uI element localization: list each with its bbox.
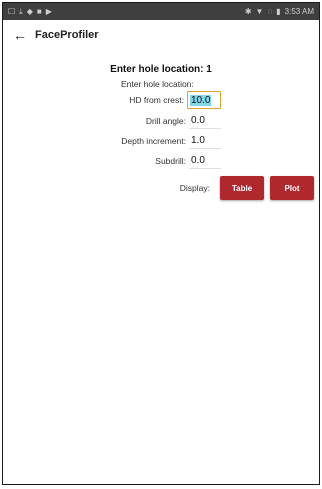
- app-title: FaceProfiler: [35, 29, 99, 41]
- hd-from-crest-row: HD from crest: 10.0: [129, 91, 221, 109]
- app-bar: ← FaceProfiler: [3, 20, 319, 50]
- status-left-icons: ☐ ⤓ ◆ ■ ▶: [8, 6, 52, 16]
- depth-increment-value: 1.0: [191, 134, 205, 146]
- display-row: Display: Table Plot: [180, 176, 314, 200]
- depth-increment-input[interactable]: 1.0: [189, 132, 221, 149]
- bluetooth-icon: ✱: [244, 6, 252, 16]
- subdrill-input[interactable]: 0.0: [189, 152, 221, 169]
- depth-increment-row: Depth increment: 1.0: [121, 132, 221, 149]
- play-icon: ▶: [45, 6, 52, 16]
- device-frame: ☐ ⤓ ◆ ■ ▶ ✱ ▼ ◌ ▮ 3:53 AM ← FaceProfiler…: [2, 2, 320, 485]
- signal-icon: ◌: [267, 6, 273, 16]
- hd-from-crest-label: HD from crest:: [129, 95, 184, 105]
- table-button[interactable]: Table: [220, 176, 264, 200]
- back-arrow-icon[interactable]: ←: [13, 27, 31, 43]
- clock-time: 3:53 AM: [284, 6, 314, 16]
- form-subheading: Enter hole location:: [121, 79, 194, 89]
- drill-angle-row: Drill angle: 0.0: [146, 112, 221, 129]
- app-icon: ◆: [26, 6, 33, 16]
- drill-angle-label: Drill angle:: [145, 115, 186, 126]
- hd-from-crest-value: 10.0: [190, 94, 212, 106]
- drill-angle-input[interactable]: 0.0: [189, 112, 221, 129]
- download-icon: ⤓: [19, 6, 23, 16]
- form-heading: Enter hole location: 1: [110, 64, 212, 75]
- status-bar: ☐ ⤓ ◆ ■ ▶ ✱ ▼ ◌ ▮ 3:53 AM: [3, 3, 319, 20]
- subdrill-label: Subdrill:: [155, 155, 186, 166]
- hd-from-crest-input[interactable]: 10.0: [187, 91, 221, 109]
- display-label: Display:: [179, 183, 210, 193]
- drill-angle-value: 0.0: [191, 114, 205, 126]
- status-right-icons: ✱ ▼ ◌ ▮ 3:53 AM: [244, 6, 314, 16]
- notification-icon: ☐: [8, 6, 16, 16]
- subdrill-value: 0.0: [191, 154, 205, 166]
- plot-button[interactable]: Plot: [270, 176, 314, 200]
- battery-icon: ▮: [276, 6, 281, 16]
- subdrill-row: Subdrill: 0.0: [155, 152, 221, 169]
- wifi-icon: ▼: [255, 6, 264, 16]
- depth-increment-label: Depth increment:: [121, 135, 186, 146]
- stop-icon: ■: [36, 6, 42, 16]
